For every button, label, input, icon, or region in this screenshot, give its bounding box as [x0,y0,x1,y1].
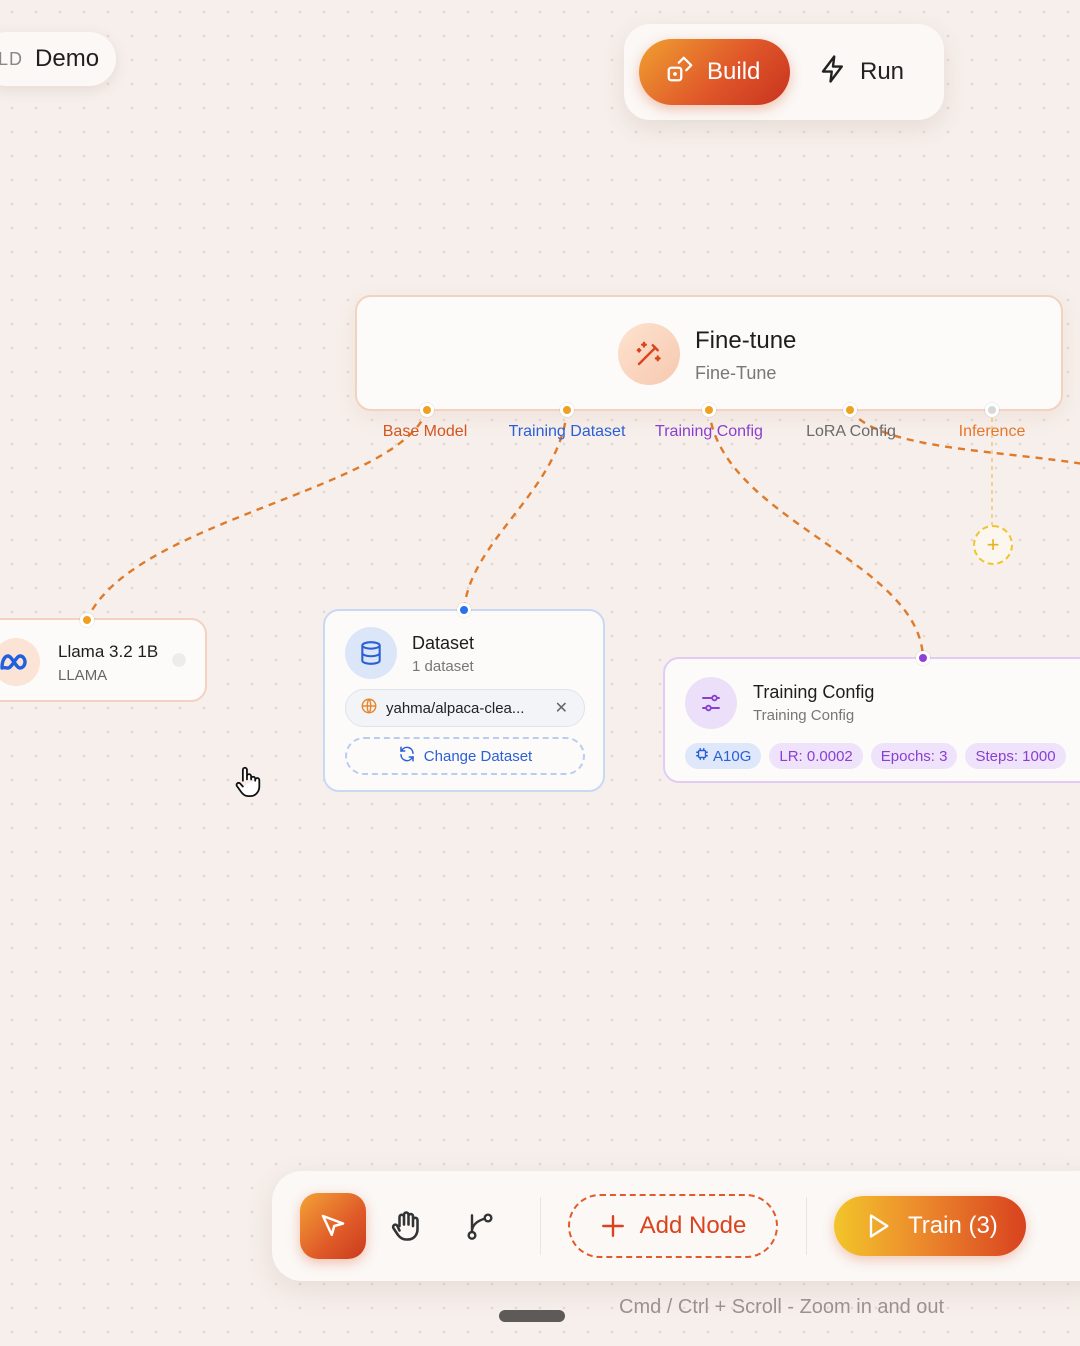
port-base-model[interactable] [420,403,434,417]
training-config-output-port[interactable] [916,651,930,665]
branch-icon [467,1213,493,1240]
hand-cursor-icon [235,766,261,798]
build-label: Build [707,58,761,85]
zoom-hint: Cmd / Ctrl + Scroll - Zoom in and out [619,1296,945,1318]
dataset-node[interactable]: Dataset 1 dataset yahma/alpaca-clea... ✕… [323,609,605,792]
mode-switcher: Build Run [624,24,944,120]
pointer-icon [321,1214,345,1236]
port-label-base-model: Base Model [382,423,468,440]
build-icon [665,54,695,91]
llama-output-port[interactable] [80,613,94,627]
dataset-subtitle: 1 dataset [412,658,474,675]
finetune-node[interactable]: Fine-tune Fine-Tune [355,295,1063,411]
globe-icon [360,697,378,719]
training-config-node[interactable]: Training Config Training Config A10G LR:… [663,657,1080,783]
magic-wand-icon [618,323,680,385]
training-config-title: Training Config [753,682,875,702]
drag-handle[interactable] [499,1310,565,1322]
train-button[interactable]: Train (3) [834,1196,1026,1256]
port-label-training-config: Training Config [655,423,763,440]
llama-side-port[interactable] [173,654,185,666]
training-config-subtitle: Training Config [753,707,855,724]
train-label: Train (3) [908,1212,998,1239]
port-inference[interactable] [985,403,999,417]
select-tool-button[interactable] [300,1193,366,1259]
port-lora-config[interactable] [843,403,857,417]
plus-icon [601,1215,624,1237]
lr-badge: LR: 0.0002 [769,743,863,769]
project-prefix: LD [0,48,24,69]
build-mode-button[interactable]: Build [639,39,790,105]
training-config-badges: A10G LR: 0.0002 Epochs: 3 Steps: 1000 [685,743,1066,769]
run-mode-button[interactable]: Run [814,39,924,105]
run-label: Run [860,58,905,85]
dataset-name: yahma/alpaca-clea... [386,699,525,717]
add-inference-node-button[interactable]: + [973,525,1013,565]
chip-icon [695,747,709,765]
project-pill[interactable]: LD Demo [0,32,116,86]
llama-title: Llama 3.2 1B [58,642,159,661]
meta-logo-icon [0,638,40,686]
edge-base-model [85,409,429,621]
gpu-label: A10G [713,747,752,765]
project-name: Demo [35,45,100,72]
edge-training-config [707,409,925,659]
llama-subtitle: LLAMA [58,667,108,684]
pan-tool-button[interactable] [382,1201,432,1251]
connect-tool-button[interactable] [455,1201,505,1251]
dataset-title: Dataset [412,633,475,653]
database-icon [345,627,397,679]
port-training-dataset[interactable] [560,403,574,417]
epochs-badge: Epochs: 3 [870,743,958,769]
add-node-button[interactable]: Add Node [568,1194,778,1258]
steps-badge: Steps: 1000 [965,743,1066,769]
add-node-label: Add Node [639,1212,747,1239]
bottom-toolbar: Add Node Train (3) [272,1171,1080,1281]
toolbar-divider [540,1197,541,1255]
change-dataset-label: Change Dataset [423,747,533,765]
finetune-subtitle: Fine-Tune [695,363,777,383]
play-icon [869,1214,889,1238]
toolbar-divider [806,1197,807,1255]
sliders-icon [685,677,737,729]
selected-dataset-chip[interactable]: yahma/alpaca-clea... ✕ [345,689,585,727]
port-label-lora-config: LoRA Config [806,423,896,440]
hand-icon [391,1211,419,1241]
remove-dataset-icon[interactable]: ✕ [555,698,568,718]
finetune-title: Fine-tune [695,327,797,354]
dataset-output-port[interactable] [457,603,471,617]
gpu-badge: A10G [685,743,762,769]
port-training-config[interactable] [702,403,716,417]
change-dataset-button[interactable]: Change Dataset [345,737,585,775]
port-label-training-dataset: Training Dataset [508,423,626,440]
port-label-inference: Inference [958,423,1026,440]
refresh-icon [398,745,416,767]
lightning-icon [818,54,848,91]
